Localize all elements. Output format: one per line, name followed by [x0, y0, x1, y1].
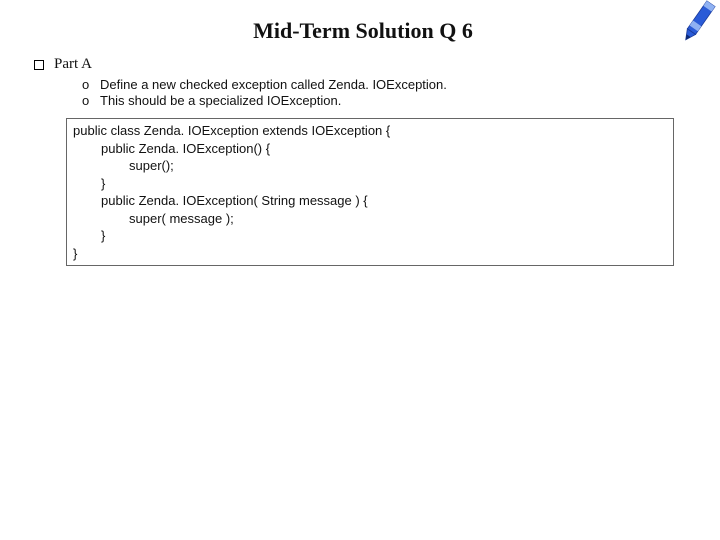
- sub-item-text: Define a new checked exception called Ze…: [100, 77, 447, 92]
- sub-list: o Define a new checked exception called …: [82, 77, 692, 108]
- code-line: }: [73, 175, 667, 193]
- list-item: o Define a new checked exception called …: [82, 77, 692, 92]
- code-line: }: [73, 245, 667, 263]
- square-bullet-icon: [34, 60, 44, 70]
- code-line: public class Zenda. IOException extends …: [73, 122, 667, 140]
- circle-bullet-icon: o: [82, 93, 100, 108]
- code-box: public class Zenda. IOException extends …: [66, 118, 674, 266]
- sub-item-text: This should be a specialized IOException…: [100, 93, 341, 108]
- part-label: Part A: [54, 56, 92, 73]
- slide: Mid-Term Solution Q 6 Part A o Define a …: [0, 0, 720, 540]
- code-line: super( message );: [73, 210, 667, 228]
- slide-title: Mid-Term Solution Q 6: [34, 18, 692, 44]
- list-item: o This should be a specialized IOExcepti…: [82, 93, 692, 108]
- code-line: public Zenda. IOException() {: [73, 140, 667, 158]
- code-line: super();: [73, 157, 667, 175]
- crayon-icon: [670, 0, 720, 54]
- code-line: }: [73, 227, 667, 245]
- bullet-part-a: Part A: [34, 56, 692, 73]
- code-line: public Zenda. IOException( String messag…: [73, 192, 667, 210]
- circle-bullet-icon: o: [82, 77, 100, 92]
